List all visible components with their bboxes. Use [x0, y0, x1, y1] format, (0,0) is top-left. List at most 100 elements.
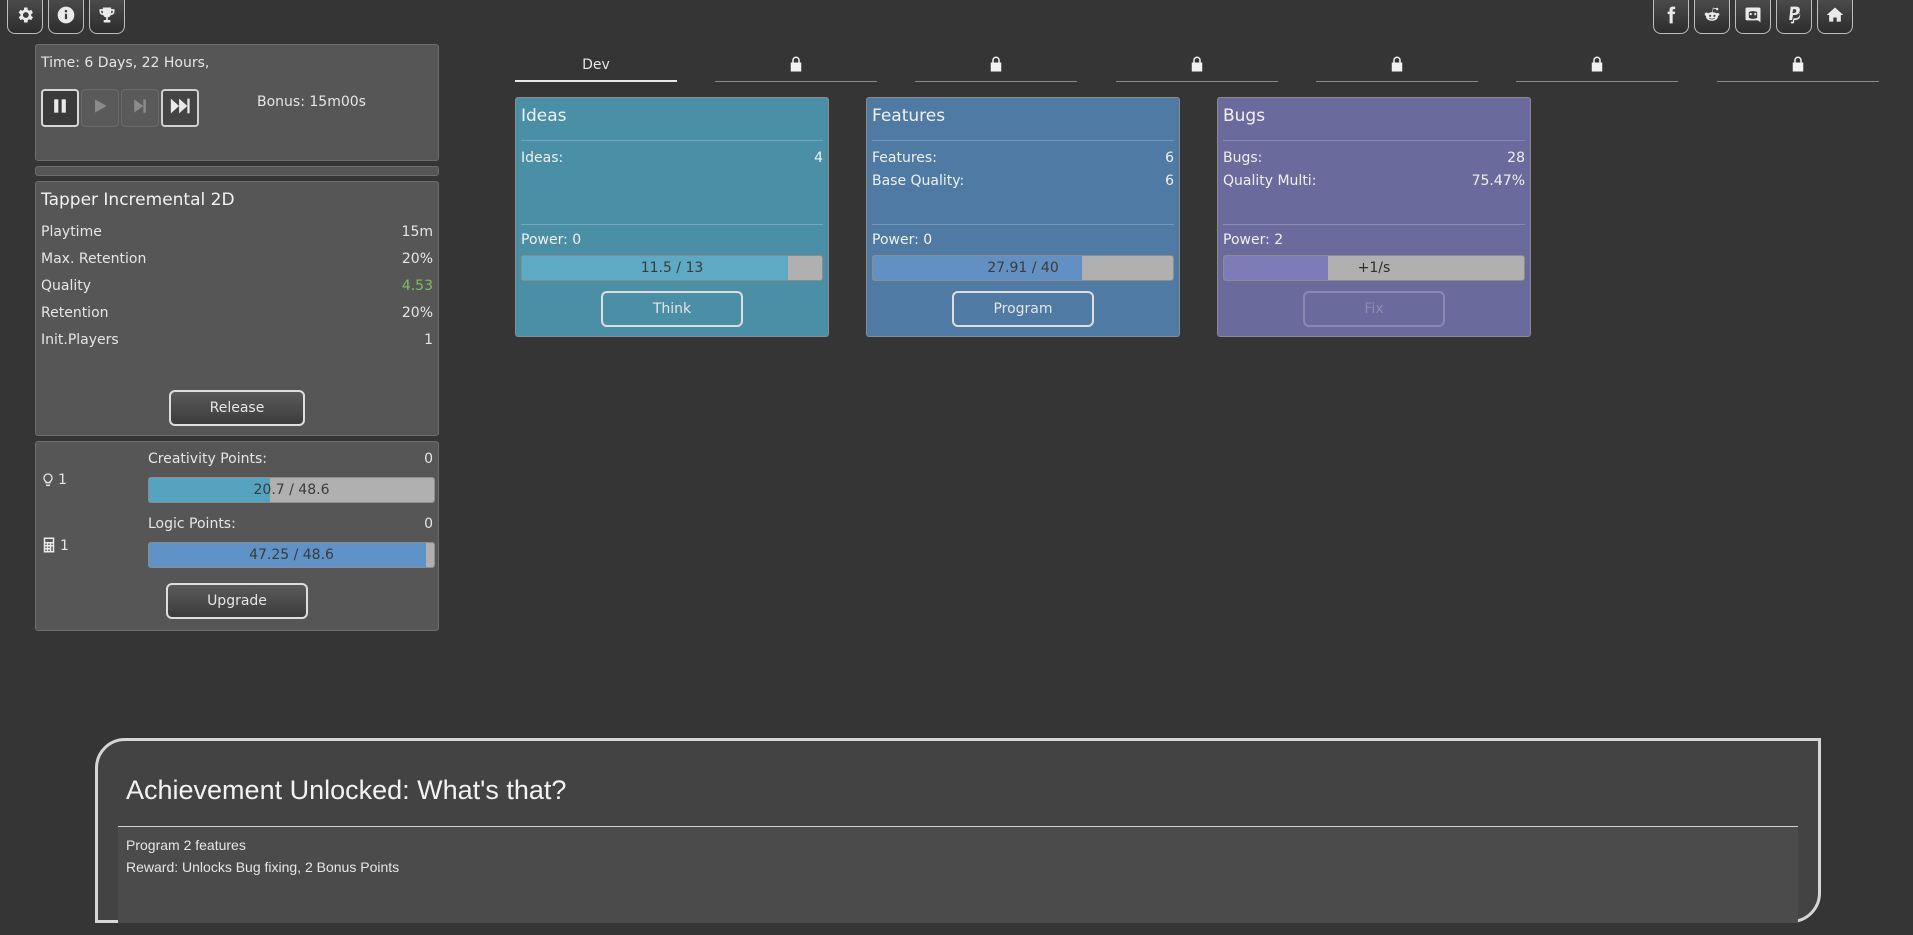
row-value: 6 — [1165, 173, 1174, 189]
release-button[interactable]: Release — [169, 390, 305, 426]
pause-icon — [50, 96, 70, 120]
lock-icon — [787, 55, 805, 77]
logic-label: Logic Points: — [148, 516, 236, 532]
paypal-button[interactable] — [1776, 0, 1812, 34]
row-value: 6 — [1165, 150, 1174, 166]
card-power: Power: 2 — [1223, 232, 1284, 248]
fast-forward-button[interactable] — [161, 89, 199, 127]
tab-locked-5[interactable] — [1516, 50, 1678, 82]
card-power: Power: 0 — [521, 232, 582, 248]
play-icon — [90, 96, 110, 120]
achievement-line-1: Program 2 features — [126, 837, 246, 853]
achievement-title: Achievement Unlocked: What's that? — [126, 775, 567, 805]
discord-icon — [1743, 5, 1763, 29]
ideas-progress-text: 11.5 / 13 — [640, 260, 704, 276]
think-button[interactable]: Think — [601, 291, 743, 327]
bugs-progress-text: +1/s — [1357, 260, 1391, 276]
time-panel: Time: 6 Days, 22 Hours, Bonus: 15m00s — [35, 44, 439, 161]
card-title: Ideas — [521, 106, 567, 126]
logic-progress-text: 47.25 / 48.6 — [249, 547, 334, 563]
lightbulb-icon — [40, 470, 56, 494]
stat-value: 1 — [424, 332, 433, 348]
card-title: Features — [872, 106, 946, 126]
card-divider — [872, 140, 1174, 141]
card-row: Base Quality: 6 — [872, 173, 1174, 189]
card-row: Ideas: 4 — [521, 150, 823, 166]
logic-level: 1 — [60, 538, 69, 554]
bugs-card: Bugs Bugs: 28 Quality Multi: 75.47% Powe… — [1217, 97, 1531, 337]
lock-icon — [987, 55, 1005, 77]
tab-locked-6[interactable] — [1717, 50, 1879, 82]
panel-separator — [35, 166, 439, 176]
stat-label: Max. Retention — [41, 251, 147, 267]
row-label: Features: — [872, 150, 937, 166]
card-divider — [872, 224, 1174, 225]
facebook-button[interactable] — [1653, 0, 1689, 34]
lock-icon — [1388, 55, 1406, 77]
stat-max-retention: Max. Retention 20% — [41, 251, 433, 267]
features-card: Features Features: 6 Base Quality: 6 Pow… — [866, 97, 1180, 337]
reddit-button[interactable] — [1694, 0, 1730, 34]
step-forward-button[interactable] — [121, 89, 159, 127]
card-divider — [1223, 224, 1525, 225]
row-value: 4 — [814, 150, 823, 166]
card-title: Bugs — [1223, 106, 1266, 126]
reddit-icon — [1702, 5, 1722, 29]
tab-locked-2[interactable] — [915, 50, 1077, 82]
lock-icon — [1188, 55, 1206, 77]
play-button[interactable] — [81, 89, 119, 127]
program-button[interactable]: Program — [952, 291, 1094, 327]
points-panel: 1 Creativity Points: 0 20.7 / 48.6 1 Log… — [35, 441, 439, 631]
game-title: Tapper Incremental 2D — [41, 190, 235, 210]
tab-locked-4[interactable] — [1316, 50, 1478, 82]
bonus-text: Bonus: 15m00s — [257, 94, 366, 110]
card-row: Bugs: 28 — [1223, 150, 1525, 166]
info-button[interactable] — [48, 0, 84, 34]
creativity-progress-bar: 20.7 / 48.6 — [148, 477, 435, 503]
stat-init-players: Init.Players 1 — [41, 332, 433, 348]
stat-label: Retention — [41, 305, 109, 321]
time-text: Time: 6 Days, 22 Hours, — [41, 55, 210, 71]
stat-playtime: Playtime 15m — [41, 224, 433, 240]
tab-label: Dev — [582, 57, 610, 73]
home-button[interactable] — [1817, 0, 1853, 34]
paypal-icon — [1784, 5, 1804, 29]
logic-points: 0 — [424, 516, 433, 532]
tab-locked-3[interactable] — [1116, 50, 1278, 82]
achievement-body: Program 2 features Reward: Unlocks Bug f… — [118, 827, 1798, 923]
ideas-card: Ideas Ideas: 4 Power: 0 11.5 / 13 Think — [515, 97, 829, 337]
card-divider — [1223, 140, 1525, 141]
achievement-line-2: Reward: Unlocks Bug fixing, 2 Bonus Poin… — [126, 859, 400, 875]
row-label: Quality Multi: — [1223, 173, 1317, 189]
stat-retention: Retention 20% — [41, 305, 433, 321]
settings-button[interactable] — [7, 0, 43, 34]
ideas-progress-bar: 11.5 / 13 — [521, 255, 823, 281]
lock-icon — [1588, 55, 1606, 77]
game-panel: Tapper Incremental 2D Playtime 15m Max. … — [35, 181, 439, 436]
stat-value: 20% — [401, 305, 433, 321]
achievement-toast[interactable]: Achievement Unlocked: What's that? Progr… — [95, 738, 1821, 923]
fast-forward-icon — [169, 95, 191, 121]
row-label: Ideas: — [521, 150, 564, 166]
tab-dev[interactable]: Dev — [515, 50, 677, 82]
achievements-button[interactable] — [89, 0, 125, 34]
card-divider — [521, 224, 823, 225]
row-label: Base Quality: — [872, 173, 965, 189]
pause-button[interactable] — [41, 89, 79, 127]
stat-value: 15m — [401, 224, 433, 240]
features-progress-bar: 27.91 / 40 — [872, 255, 1174, 281]
card-power: Power: 0 — [872, 232, 933, 248]
facebook-icon — [1661, 5, 1681, 29]
logic-progress-bar: 47.25 / 48.6 — [148, 542, 435, 568]
row-value: 75.47% — [1471, 173, 1525, 189]
discord-button[interactable] — [1735, 0, 1771, 34]
upgrade-button[interactable]: Upgrade — [166, 583, 308, 619]
row-label: Bugs: — [1223, 150, 1263, 166]
gear-icon — [15, 5, 35, 29]
tab-locked-1[interactable] — [715, 50, 877, 82]
row-value: 28 — [1507, 150, 1525, 166]
stat-value: 4.53 — [401, 278, 433, 294]
fix-button[interactable]: Fix — [1303, 291, 1445, 327]
creativity-progress-text: 20.7 / 48.6 — [253, 482, 330, 498]
stat-quality: Quality 4.53 — [41, 278, 433, 294]
